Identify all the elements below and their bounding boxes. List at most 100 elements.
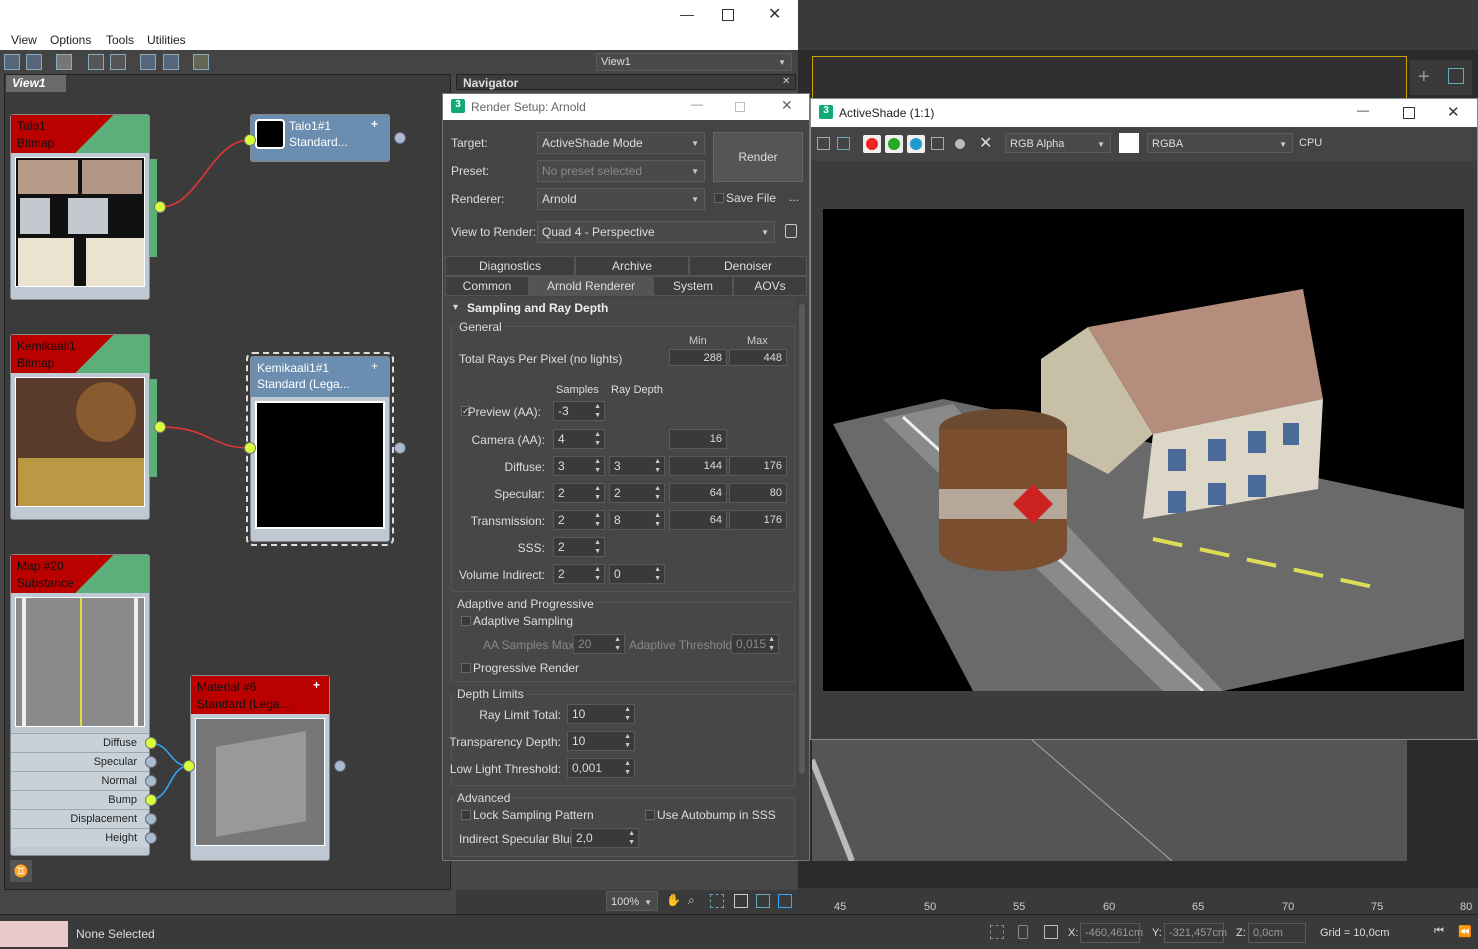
close-icon[interactable]: ✕ (781, 97, 793, 114)
prop-diffuse[interactable]: Diffuse (11, 733, 149, 752)
render-button[interactable]: Render (713, 132, 803, 182)
alpha-channel-icon[interactable] (931, 137, 944, 150)
x-field[interactable]: -460,461cm (1080, 923, 1143, 943)
displacement-socket[interactable] (145, 813, 157, 825)
low-light-threshold[interactable]: 0,001 ▲ ▼ (567, 758, 635, 778)
input-socket[interactable] (183, 760, 195, 772)
previous-frame-icon[interactable]: ⏪ (1458, 925, 1472, 938)
output-socket[interactable] (154, 201, 166, 213)
maximize-icon[interactable] (1403, 107, 1415, 119)
transmission-samples[interactable]: 2 ▲ ▼ (553, 510, 605, 530)
clear-icon[interactable]: ✕ (979, 133, 992, 153)
node-talo-bitmap[interactable]: Talo1 Bitmap (10, 114, 157, 300)
zoom-dropdown[interactable]: 100% ▼ (606, 891, 658, 911)
tab-common[interactable]: Common (445, 276, 529, 296)
specular-depth[interactable]: 2 ▲ ▼ (609, 483, 665, 503)
indirect-specular-blur[interactable]: 2,0 ▲ ▼ (571, 828, 639, 848)
node-talo-material[interactable]: Talo1#1 Standard... + (250, 114, 390, 162)
diffuse-socket[interactable] (145, 737, 157, 749)
tab-system[interactable]: System (653, 276, 733, 296)
rollout-collapse-icon[interactable]: ▾ (453, 302, 458, 313)
volume-indirect-samples[interactable]: 2 ▲ ▼ (553, 564, 605, 584)
prop-normal[interactable]: Normal (11, 771, 149, 790)
tab-denoiser[interactable]: Denoiser (689, 256, 807, 276)
prop-displacement[interactable]: Displacement (11, 809, 149, 828)
specular-samples[interactable]: 2 ▲ ▼ (553, 483, 605, 503)
preview-aa-samples[interactable]: -3 ▲ ▼ (553, 401, 605, 421)
transmission-depth[interactable]: 8 ▲ ▼ (609, 510, 665, 530)
specular-socket[interactable] (145, 756, 157, 768)
lock-sampling-checkbox[interactable] (461, 810, 471, 820)
pan-icon[interactable]: ✋ (666, 893, 681, 907)
background-color-swatch[interactable] (1119, 133, 1139, 153)
bump-socket[interactable] (145, 794, 157, 806)
monochrome-icon[interactable] (955, 139, 965, 149)
tab-archive[interactable]: Archive (575, 256, 689, 276)
tab-aovs[interactable]: AOVs (733, 276, 807, 296)
use-autobump-checkbox[interactable] (645, 810, 655, 820)
output-socket[interactable] (334, 760, 346, 772)
view-to-render-dropdown[interactable]: Quad 4 - Perspective ▼ (537, 221, 775, 243)
height-socket[interactable] (145, 832, 157, 844)
close-icon[interactable]: ✕ (768, 4, 781, 24)
tab-diagnostics[interactable]: Diagnostics (445, 256, 575, 276)
node-kemikaali-bitmap[interactable]: Kemikaali1 Bitmap (10, 334, 157, 520)
renderer-dropdown[interactable]: Arnold ▼ (537, 188, 705, 210)
save-icon[interactable] (817, 137, 830, 150)
zoom-icon[interactable]: ⌕ (688, 893, 695, 908)
output-socket[interactable] (394, 132, 406, 144)
normal-socket[interactable] (145, 775, 157, 787)
rendered-image[interactable] (823, 209, 1464, 691)
zoom-all-icon[interactable] (778, 894, 792, 908)
minimize-icon[interactable]: — (691, 97, 703, 111)
save-file-checkbox[interactable] (714, 193, 724, 203)
output-socket[interactable] (154, 421, 166, 433)
adaptive-sampling-checkbox[interactable] (461, 616, 471, 626)
minimize-icon[interactable]: — (680, 6, 694, 22)
go-to-start-icon[interactable]: ⏮ (1434, 925, 1444, 938)
transparency-depth[interactable]: 10 ▲ ▼ (567, 731, 635, 751)
selection-lock-icon[interactable] (990, 925, 1004, 939)
target-dropdown[interactable]: ActiveShade Mode ▼ (537, 132, 705, 154)
binoculars-icon[interactable]: ♊ (10, 860, 32, 882)
aa-samples-max[interactable]: 20 ▲ ▼ (573, 634, 625, 654)
selection-color-swatch[interactable] (0, 921, 68, 947)
tab-arnold-renderer[interactable]: Arnold Renderer (529, 276, 653, 296)
prop-bump[interactable]: Bump (11, 790, 149, 809)
volume-indirect-depth[interactable]: 0 ▲ ▼ (609, 564, 665, 584)
minimize-icon[interactable]: — (1357, 103, 1369, 117)
expand-icon[interactable]: + (313, 678, 320, 692)
diffuse-samples[interactable]: 3 ▲ ▼ (553, 456, 605, 476)
progressive-render-checkbox[interactable] (461, 663, 471, 673)
prop-height[interactable]: Height (11, 828, 149, 847)
zoom-extents-icon[interactable] (734, 894, 748, 908)
lock-icon[interactable] (785, 224, 797, 238)
navigator-close-icon[interactable]: ✕ (782, 76, 790, 87)
input-socket[interactable] (244, 134, 256, 146)
scrollbar[interactable] (799, 304, 805, 774)
rollout-title[interactable]: Sampling and Ray Depth (467, 301, 608, 315)
absolute-mode-icon[interactable] (1044, 925, 1058, 939)
node-material6[interactable]: Material #6 Standard (Lega... + (190, 675, 330, 861)
save-file-browse-button[interactable]: ... (789, 190, 799, 204)
channel-dropdown[interactable]: RGB Alpha ▼ (1005, 133, 1111, 153)
close-icon[interactable]: ✕ (1447, 103, 1460, 121)
green-channel-toggle[interactable] (885, 135, 903, 153)
zoom-region-icon[interactable] (1448, 68, 1464, 84)
camera-aa-samples[interactable]: 4 ▲ ▼ (553, 429, 605, 449)
preset-dropdown[interactable]: No preset selected ▼ (537, 160, 705, 182)
display-mode-dropdown[interactable]: RGBA ▼ (1147, 133, 1293, 153)
sss-samples[interactable]: 2 ▲ ▼ (553, 537, 605, 557)
view-dropdown[interactable]: View1 ▼ (596, 53, 792, 71)
output-socket[interactable] (394, 442, 406, 454)
adaptive-threshold[interactable]: 0,015 ▲ ▼ (731, 634, 779, 654)
lock-icon[interactable] (1018, 925, 1028, 939)
ray-limit-total[interactable]: 10 ▲ ▼ (567, 704, 635, 724)
diffuse-depth[interactable]: 3 ▲ ▼ (609, 456, 665, 476)
maximize-icon[interactable] (735, 102, 745, 112)
zoom-region-icon[interactable] (710, 894, 724, 908)
y-field[interactable]: -321,457cm (1164, 923, 1227, 943)
expand-icon[interactable]: + (371, 117, 378, 131)
z-field[interactable]: 0,0cm (1248, 923, 1306, 943)
expand-icon[interactable]: + (371, 359, 378, 373)
